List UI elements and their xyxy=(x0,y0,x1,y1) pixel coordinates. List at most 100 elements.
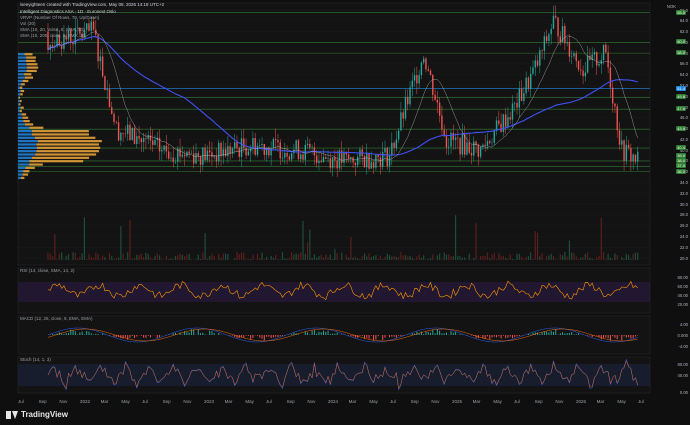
candle-body xyxy=(190,153,193,154)
macd-histogram-bar xyxy=(272,335,274,338)
volume-profile-bar xyxy=(18,103,20,106)
volume-profile-bar xyxy=(18,116,23,119)
x-axis-tick: Jul xyxy=(266,399,272,404)
volume-bar xyxy=(507,258,509,260)
candle-body xyxy=(618,130,621,145)
volume-bar xyxy=(220,258,222,260)
volume-bar xyxy=(505,257,507,260)
volume-bar xyxy=(623,258,625,260)
volume-bar xyxy=(213,256,215,260)
candle-body xyxy=(274,139,277,141)
volume-profile-bar xyxy=(18,143,37,146)
volume-profile-bar xyxy=(18,136,35,139)
candle-body xyxy=(555,15,557,18)
macd-histogram-bar xyxy=(500,335,502,339)
x-axis-tick: May xyxy=(493,399,502,404)
candle-body xyxy=(593,52,596,55)
macd-histogram-bar xyxy=(297,334,299,335)
volume-bar xyxy=(279,259,281,260)
candle-body xyxy=(320,160,322,163)
macd-histogram-bar xyxy=(430,332,432,335)
macd-histogram-bar xyxy=(293,332,295,335)
macd-histogram-bar xyxy=(393,335,395,337)
volume-bar xyxy=(313,254,315,260)
volume-profile-bar xyxy=(18,156,32,159)
volume-bar xyxy=(361,255,363,260)
volume-bar xyxy=(195,259,197,260)
rsi-scale-tick: 20.00 xyxy=(677,301,688,307)
macd-histogram-bar xyxy=(375,335,377,340)
price-scale-tick: 56.0 xyxy=(679,61,688,67)
chart-canvas[interactable] xyxy=(0,0,690,425)
volume-profile-bar xyxy=(18,176,21,180)
volume-profile-bar xyxy=(20,176,25,180)
macd-histogram-bar xyxy=(548,332,550,335)
macd-histogram-bar xyxy=(637,335,639,336)
candle-body xyxy=(582,70,584,77)
volume-bar xyxy=(521,256,523,260)
candle-body xyxy=(580,69,582,71)
candle-body xyxy=(167,151,170,159)
candle-body xyxy=(215,155,218,162)
candle-body xyxy=(334,157,336,161)
volume-profile-bar xyxy=(19,99,22,103)
volume-bar xyxy=(190,259,193,260)
volume-bar xyxy=(352,257,354,260)
volume-bar xyxy=(552,256,555,260)
volume-bar xyxy=(284,258,286,260)
x-axis-tick: Mar xyxy=(348,399,357,404)
volume-bar xyxy=(286,258,288,260)
macd-histogram-bar xyxy=(320,332,322,335)
macd-histogram-bar xyxy=(309,334,311,335)
candle-body xyxy=(550,28,552,35)
volume-bar xyxy=(566,256,568,260)
candle-body xyxy=(259,145,261,146)
candle-body xyxy=(318,160,320,163)
macd-histogram-bar xyxy=(502,335,504,336)
candle-body xyxy=(229,146,231,154)
macd-histogram-bar xyxy=(202,332,204,335)
volume-profile-bar xyxy=(19,109,22,113)
volume-bar xyxy=(206,258,208,260)
tradingview-logo[interactable]: TradingView xyxy=(6,410,68,419)
candle-body xyxy=(391,142,393,156)
macd-histogram-bar xyxy=(143,335,145,338)
macd-histogram-bar xyxy=(124,335,126,338)
macd-histogram-bar xyxy=(184,331,186,335)
candle-body xyxy=(202,147,204,165)
volume-bar xyxy=(165,255,167,260)
candle-body xyxy=(586,55,589,73)
volume-bar xyxy=(366,256,368,260)
volume-profile-bar xyxy=(18,63,27,66)
candle-body xyxy=(368,152,370,169)
x-axis-tick: 2024 xyxy=(328,399,339,404)
volume-bar xyxy=(561,255,564,260)
volume-bar xyxy=(568,240,571,260)
price-scale-tick: 54.0 xyxy=(679,72,688,78)
volume-profile-bar xyxy=(34,136,96,139)
candle-body xyxy=(584,72,587,77)
macd-legend[interactable]: MACD (12, 26, close, 9, EMA, EMA) xyxy=(20,316,93,322)
volume-bar xyxy=(614,253,616,260)
rsi-legend[interactable]: RSI (14, close, SMA, 14, 2) xyxy=(20,268,75,274)
macd-histogram-bar xyxy=(614,335,616,338)
candle-body xyxy=(286,152,288,157)
macd-histogram-bar xyxy=(81,331,83,335)
macd-histogram-bar xyxy=(259,335,261,338)
volume-profile-bar xyxy=(24,76,34,79)
stoch-legend[interactable]: Stoch (14, 1, 3) xyxy=(20,357,51,363)
candle-body xyxy=(99,56,102,62)
sma-legend-2[interactable]: SMA (10, 200, close, 0, SMA, 20) xyxy=(20,33,87,39)
macd-histogram-bar xyxy=(546,331,548,335)
macd-histogram-bar xyxy=(245,335,247,336)
volume-bar xyxy=(145,252,147,260)
volume-profile-bar xyxy=(27,66,39,69)
volume-bar xyxy=(345,254,347,260)
candle-body xyxy=(300,154,302,160)
candle-body xyxy=(543,36,546,51)
volume-bar xyxy=(370,257,372,260)
volume-bar xyxy=(79,256,81,260)
candle-body xyxy=(402,112,404,119)
volume-bar xyxy=(400,252,402,260)
volume-profile-bar xyxy=(18,66,28,69)
